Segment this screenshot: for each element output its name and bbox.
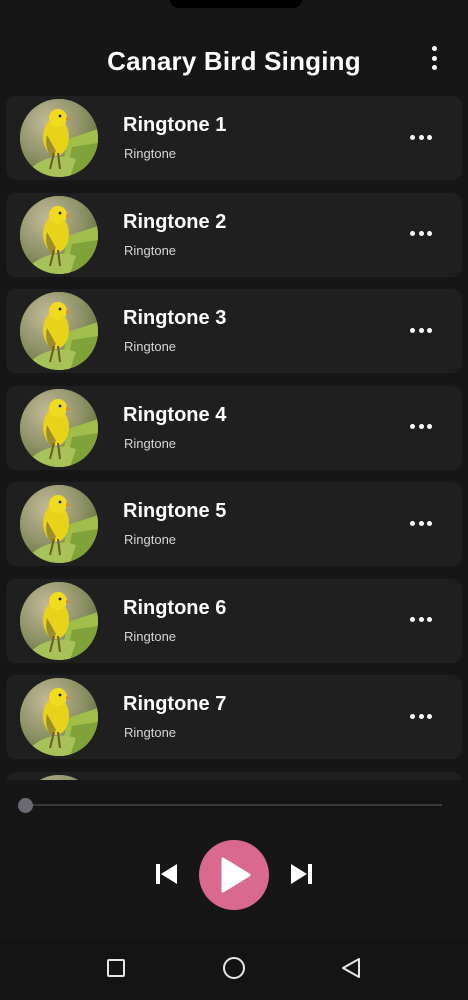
recent-apps-icon[interactable] — [107, 959, 125, 977]
play-button[interactable] — [199, 840, 269, 910]
ringtone-item-5[interactable]: Ringtone 5 Ringtone — [6, 482, 462, 566]
skip-next-icon[interactable] — [289, 864, 313, 884]
ringtone-subtitle: Ringtone — [124, 725, 177, 740]
canary-bird-thumbnail — [20, 292, 98, 370]
app-header: Canary Bird Singing — [0, 38, 468, 86]
ringtone-list[interactable]: Ringtone 1 Ringtone Ringtone 2 Ringtone — [6, 96, 462, 780]
play-icon — [221, 857, 251, 893]
ringtone-title: Ringtone 7 — [123, 693, 227, 715]
more-vertical-icon[interactable] — [428, 46, 440, 70]
ringtone-title: Ringtone 5 — [123, 500, 227, 522]
ringtone-item-6[interactable]: Ringtone 6 Ringtone — [6, 578, 462, 663]
ringtone-title: Ringtone 4 — [123, 403, 227, 426]
ringtone-title: Ringtone 6 — [123, 596, 227, 619]
player-controls — [0, 838, 468, 910]
canary-bird-thumbnail — [20, 99, 98, 177]
canary-bird-thumbnail — [20, 581, 98, 660]
ringtone-subtitle: Ringtone — [124, 435, 177, 451]
canary-bird-thumbnail — [20, 388, 98, 467]
seek-bar-thumb[interactable] — [18, 798, 33, 813]
ringtone-subtitle: Ringtone — [124, 628, 177, 644]
more-horizontal-icon[interactable] — [410, 134, 432, 140]
skip-previous-icon[interactable] — [155, 864, 179, 884]
seek-bar-track[interactable] — [26, 804, 442, 806]
canary-bird-thumbnail — [20, 195, 98, 274]
ringtone-item-7[interactable]: Ringtone 7 Ringtone — [6, 675, 462, 759]
ringtone-item-1[interactable]: Ringtone 1 Ringtone — [6, 96, 462, 180]
more-horizontal-icon[interactable] — [410, 617, 432, 623]
more-horizontal-icon[interactable] — [410, 327, 432, 333]
ringtone-title: Ringtone 1 — [123, 114, 227, 136]
more-horizontal-icon[interactable] — [410, 520, 432, 526]
canary-bird-thumbnail — [20, 485, 98, 563]
more-horizontal-icon[interactable] — [410, 713, 432, 719]
ringtone-title: Ringtone 3 — [123, 307, 227, 329]
home-icon[interactable] — [223, 957, 245, 979]
canary-bird-thumbnail — [20, 774, 98, 780]
more-horizontal-icon[interactable] — [410, 424, 432, 430]
camera-notch — [170, 0, 302, 8]
ringtone-item-4[interactable]: Ringtone 4 Ringtone — [6, 385, 462, 470]
ringtone-subtitle: Ringtone — [124, 339, 177, 354]
back-icon[interactable] — [340, 957, 362, 979]
canary-bird-thumbnail — [20, 678, 98, 756]
system-nav-bar — [0, 938, 468, 1000]
more-horizontal-icon[interactable] — [410, 231, 432, 237]
ringtone-item-8[interactable] — [6, 771, 462, 780]
ringtone-subtitle: Ringtone — [124, 146, 177, 161]
ringtone-title: Ringtone 2 — [123, 210, 227, 233]
ringtone-item-3[interactable]: Ringtone 3 Ringtone — [6, 289, 462, 373]
page-title: Canary Bird Singing — [107, 46, 361, 76]
ringtone-item-2[interactable]: Ringtone 2 Ringtone — [6, 192, 462, 277]
ringtone-subtitle: Ringtone — [124, 242, 177, 258]
ringtone-subtitle: Ringtone — [124, 532, 177, 547]
